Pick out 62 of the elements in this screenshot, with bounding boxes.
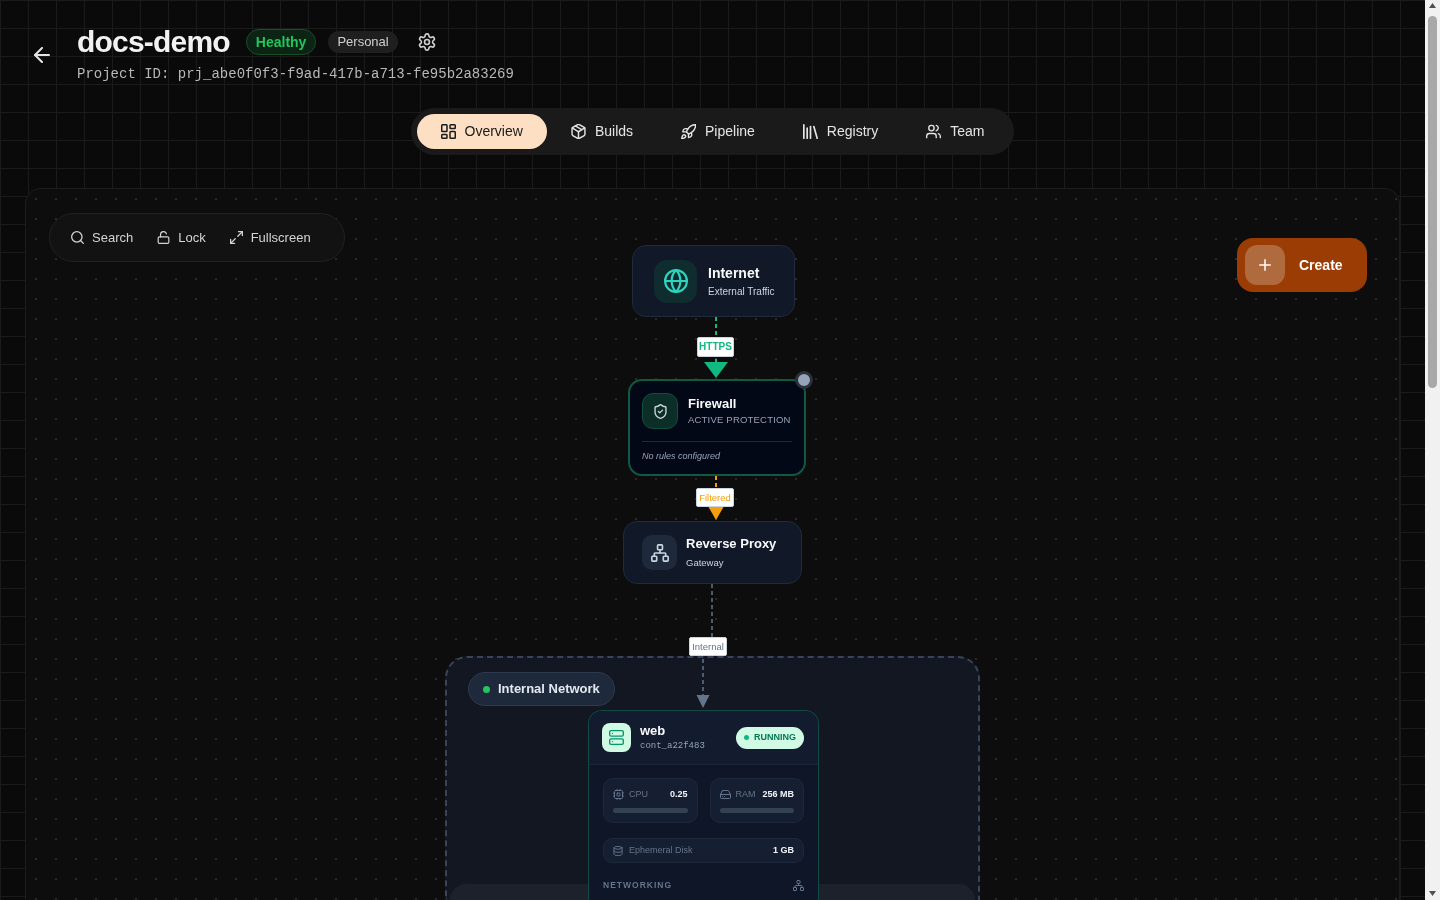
server-icon bbox=[602, 723, 631, 752]
node-subtitle: External Traffic bbox=[708, 285, 775, 298]
disk-label: Ephemeral Disk bbox=[629, 843, 693, 857]
toolbar-button[interactable]: Search bbox=[59, 220, 146, 255]
node-card[interactable]: Reverse Proxy Gateway bbox=[623, 521, 802, 584]
node-title: Internet bbox=[708, 264, 761, 281]
scroll-down-icon[interactable] bbox=[1429, 891, 1436, 896]
node-title: Reverse Proxy bbox=[686, 536, 777, 552]
cube-icon bbox=[570, 124, 586, 139]
rocket-icon bbox=[681, 124, 697, 139]
project-title: docs-demo bbox=[77, 27, 230, 57]
network-name: Internal Network bbox=[498, 680, 600, 699]
people-icon bbox=[926, 124, 942, 139]
search-icon bbox=[71, 231, 84, 244]
shield-check-icon bbox=[642, 393, 678, 429]
tab[interactable]: Builds bbox=[546, 114, 658, 149]
status-dot-icon bbox=[483, 685, 490, 693]
disk-value: 1 GB bbox=[773, 843, 794, 857]
status-dot-icon bbox=[744, 735, 749, 740]
scrollbar-thumb[interactable] bbox=[1428, 16, 1437, 388]
expand-arrows-icon bbox=[229, 231, 243, 244]
node-note: No rules configured bbox=[642, 451, 722, 462]
metric-label: RAM bbox=[735, 789, 756, 800]
edge-label: Internal bbox=[689, 637, 727, 656]
tab[interactable]: Registry bbox=[778, 114, 903, 149]
edge-label: HTTPS bbox=[697, 337, 734, 357]
chip-icon bbox=[613, 789, 624, 800]
status-badge: Healthy bbox=[245, 29, 317, 55]
node-title: Firewall bbox=[688, 396, 738, 412]
plus-icon bbox=[1245, 245, 1285, 285]
node-card[interactable]: Internet External Traffic bbox=[632, 245, 795, 317]
node-subtitle: Gateway bbox=[686, 557, 725, 569]
books-icon bbox=[802, 124, 818, 139]
database-icon bbox=[613, 845, 623, 856]
metric-label: CPU bbox=[629, 789, 648, 800]
edge-label: Filtered bbox=[696, 488, 734, 507]
service-card[interactable]: web cont_a22f483 RUNNING CPU 0.25 RAM 256 MB Ephemeral Disk 1 GB NETWORKING bbox=[588, 710, 819, 900]
create-button[interactable]: Create bbox=[1237, 238, 1367, 292]
network-icon bbox=[793, 879, 804, 891]
metric-value: 0.25 bbox=[669, 789, 688, 800]
network-icon bbox=[642, 535, 677, 570]
open-padlock-icon bbox=[157, 231, 171, 244]
plan-badge: Personal bbox=[328, 31, 398, 53]
scroll-up-icon[interactable] bbox=[1429, 3, 1436, 8]
globe-icon bbox=[654, 259, 697, 303]
node-card[interactable]: Firewall ACTIVE PROTECTION No rules configured bbox=[628, 379, 806, 476]
node-subtitle: ACTIVE PROTECTION bbox=[688, 414, 791, 426]
status-label: RUNNING bbox=[754, 730, 796, 744]
settings-icon[interactable] bbox=[417, 33, 436, 51]
section-heading: NETWORKING bbox=[603, 879, 673, 892]
toolbar-button[interactable]: Fullscreen bbox=[217, 220, 323, 255]
connection-handle[interactable] bbox=[795, 371, 813, 389]
toolbar-button[interactable]: Lock bbox=[145, 220, 218, 255]
drive-icon bbox=[719, 789, 731, 800]
tab[interactable]: Team bbox=[902, 114, 1009, 149]
container-id: cont_a22f483 bbox=[640, 740, 705, 752]
metric-value: 256 MB bbox=[762, 789, 794, 800]
project-id: Project ID: prj_abe0f0f3-f9ad-417b-a713-fe95b2a83269 bbox=[77, 66, 514, 82]
tab[interactable]: Pipeline bbox=[657, 114, 779, 149]
service-name: web bbox=[640, 723, 667, 738]
tab[interactable]: Overview bbox=[416, 114, 547, 149]
grid-icon bbox=[440, 124, 456, 139]
